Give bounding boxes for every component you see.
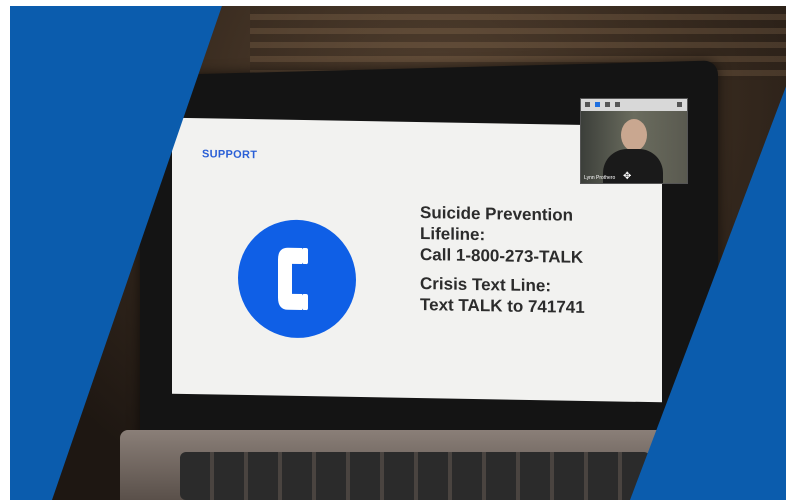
- right-blue-band: [630, 60, 796, 500]
- left-blue-band: [0, 0, 224, 500]
- white-right-edge: [786, 0, 796, 500]
- brand-overlay: [0, 0, 796, 500]
- white-left-edge: [0, 0, 10, 500]
- white-top-edge: [0, 0, 796, 6]
- photo-frame: SUPPORT Suicide Prevention Lifeline: Cal…: [0, 0, 796, 500]
